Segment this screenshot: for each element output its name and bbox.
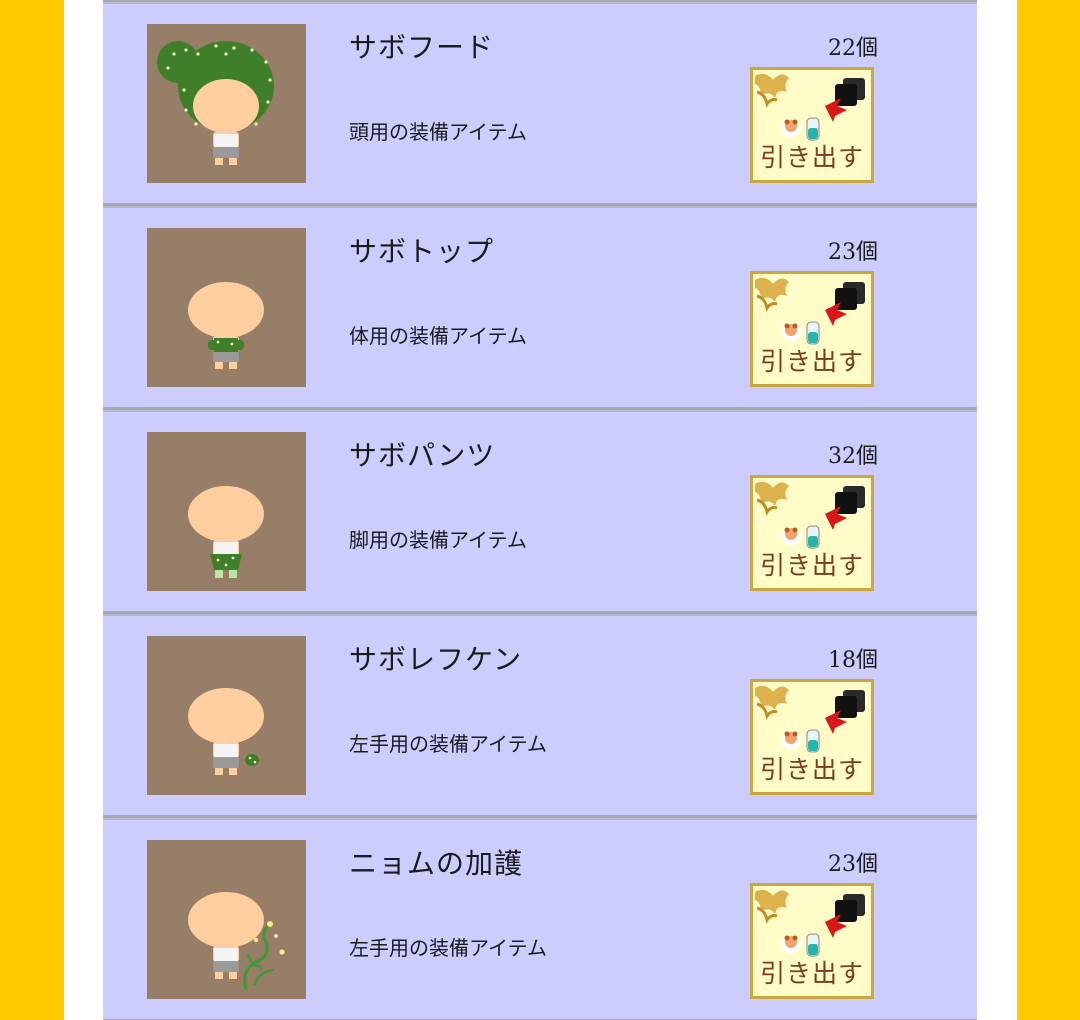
item-description: 頭用の装備アイテム xyxy=(349,120,527,144)
cactus-sword-icon xyxy=(147,636,306,795)
item-list: サボフード 頭用の装備アイテム 22個 引き出す サボトップ 体用の装備アイテム… xyxy=(103,0,977,1020)
item-count: 32個 xyxy=(828,444,878,469)
withdraw-label: 引き出す xyxy=(759,551,864,580)
item-count: 23個 xyxy=(828,852,878,877)
list-item: サボパンツ 脚用の装備アイテム 32個 引き出す xyxy=(103,410,977,611)
withdraw-button[interactable]: 引き出す xyxy=(750,679,874,795)
withdraw-label: 引き出す xyxy=(759,143,864,172)
item-description: 左手用の装備アイテム xyxy=(349,936,547,960)
item-description: 左手用の装備アイテム xyxy=(349,732,547,756)
item-name: サボフード xyxy=(349,31,495,64)
cactus-top-icon xyxy=(147,228,306,387)
withdraw-button[interactable]: 引き出す xyxy=(750,883,874,999)
item-name: ニョムの加護 xyxy=(349,847,524,880)
withdraw-button[interactable]: 引き出す xyxy=(750,475,874,591)
item-description: 脚用の装備アイテム xyxy=(349,528,527,552)
item-count: 18個 xyxy=(828,648,878,673)
list-item: ニョムの加護 左手用の装備アイテム 23個 引き出す xyxy=(103,818,977,1019)
item-name: サボトップ xyxy=(349,235,495,268)
withdraw-button[interactable]: 引き出す xyxy=(750,271,874,387)
list-item: サボレフケン 左手用の装備アイテム 18個 引き出す xyxy=(103,614,977,815)
withdraw-label: 引き出す xyxy=(759,755,864,784)
cactus-hood-icon xyxy=(147,24,306,183)
vine-blessing-icon xyxy=(147,840,306,999)
item-count: 23個 xyxy=(828,240,878,265)
item-description: 体用の装備アイテム xyxy=(349,324,527,348)
list-item: サボトップ 体用の装備アイテム 23個 引き出す xyxy=(103,206,977,407)
cactus-pants-icon xyxy=(147,432,306,591)
item-count: 22個 xyxy=(828,36,878,61)
withdraw-label: 引き出す xyxy=(759,347,864,376)
item-name: サボパンツ xyxy=(349,439,496,472)
list-item: サボフード 頭用の装備アイテム 22個 引き出す xyxy=(103,2,977,203)
withdraw-button[interactable]: 引き出す xyxy=(750,67,874,183)
withdraw-label: 引き出す xyxy=(759,959,864,988)
item-name: サボレフケン xyxy=(349,643,523,676)
